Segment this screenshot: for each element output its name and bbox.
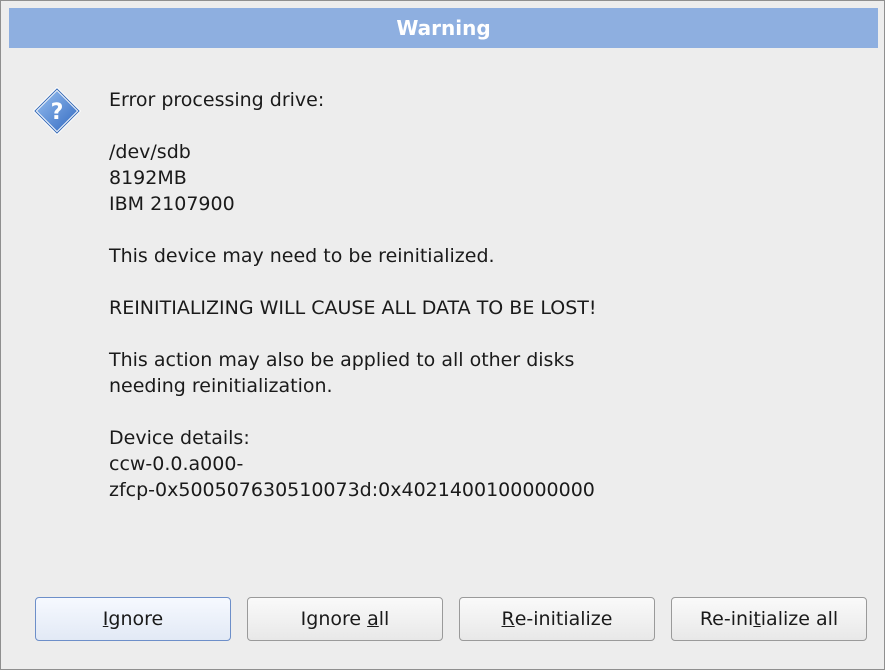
question-diamond-icon: ? bbox=[32, 86, 82, 136]
apply-all-note-line2: needing reinitialization. bbox=[109, 375, 333, 397]
drive-model: IBM 2107900 bbox=[109, 193, 235, 215]
reinit-note: This device may need to be reinitialized… bbox=[109, 245, 495, 267]
svg-text:?: ? bbox=[51, 100, 64, 125]
apply-all-note-line1: This action may also be applied to all o… bbox=[109, 349, 575, 371]
reinitialize-all-button[interactable]: Re-ini t ialize all bbox=[671, 597, 867, 641]
data-loss-warning: REINITIALIZING WILL CAUSE ALL DATA TO BE… bbox=[109, 297, 597, 319]
message-body: Error processing drive: /dev/sdb 8192MB … bbox=[109, 87, 849, 503]
drive-path: /dev/sdb bbox=[109, 141, 191, 163]
message-heading: Error processing drive: bbox=[109, 89, 325, 111]
dialog-titlebar: Warning bbox=[9, 8, 878, 48]
button-row: Ignore Ignore a ll Re-initialize Re-ini t i… bbox=[35, 597, 867, 643]
ignore-button[interactable]: Ignore bbox=[35, 597, 231, 641]
drive-size: 8192MB bbox=[109, 167, 187, 189]
device-details-line1: ccw-0.0.a000- bbox=[109, 453, 244, 475]
dialog-title: Warning bbox=[396, 16, 491, 40]
device-details-label: Device details: bbox=[109, 427, 250, 449]
reinitialize-button[interactable]: Re-initialize bbox=[459, 597, 655, 641]
warning-dialog: Warning ? Error processing drive: /dev/s… bbox=[0, 0, 885, 670]
ignore-all-button[interactable]: Ignore a ll bbox=[247, 597, 443, 641]
device-details-line2: zfcp-0x500507630510073d:0x40214001000000… bbox=[109, 479, 595, 501]
